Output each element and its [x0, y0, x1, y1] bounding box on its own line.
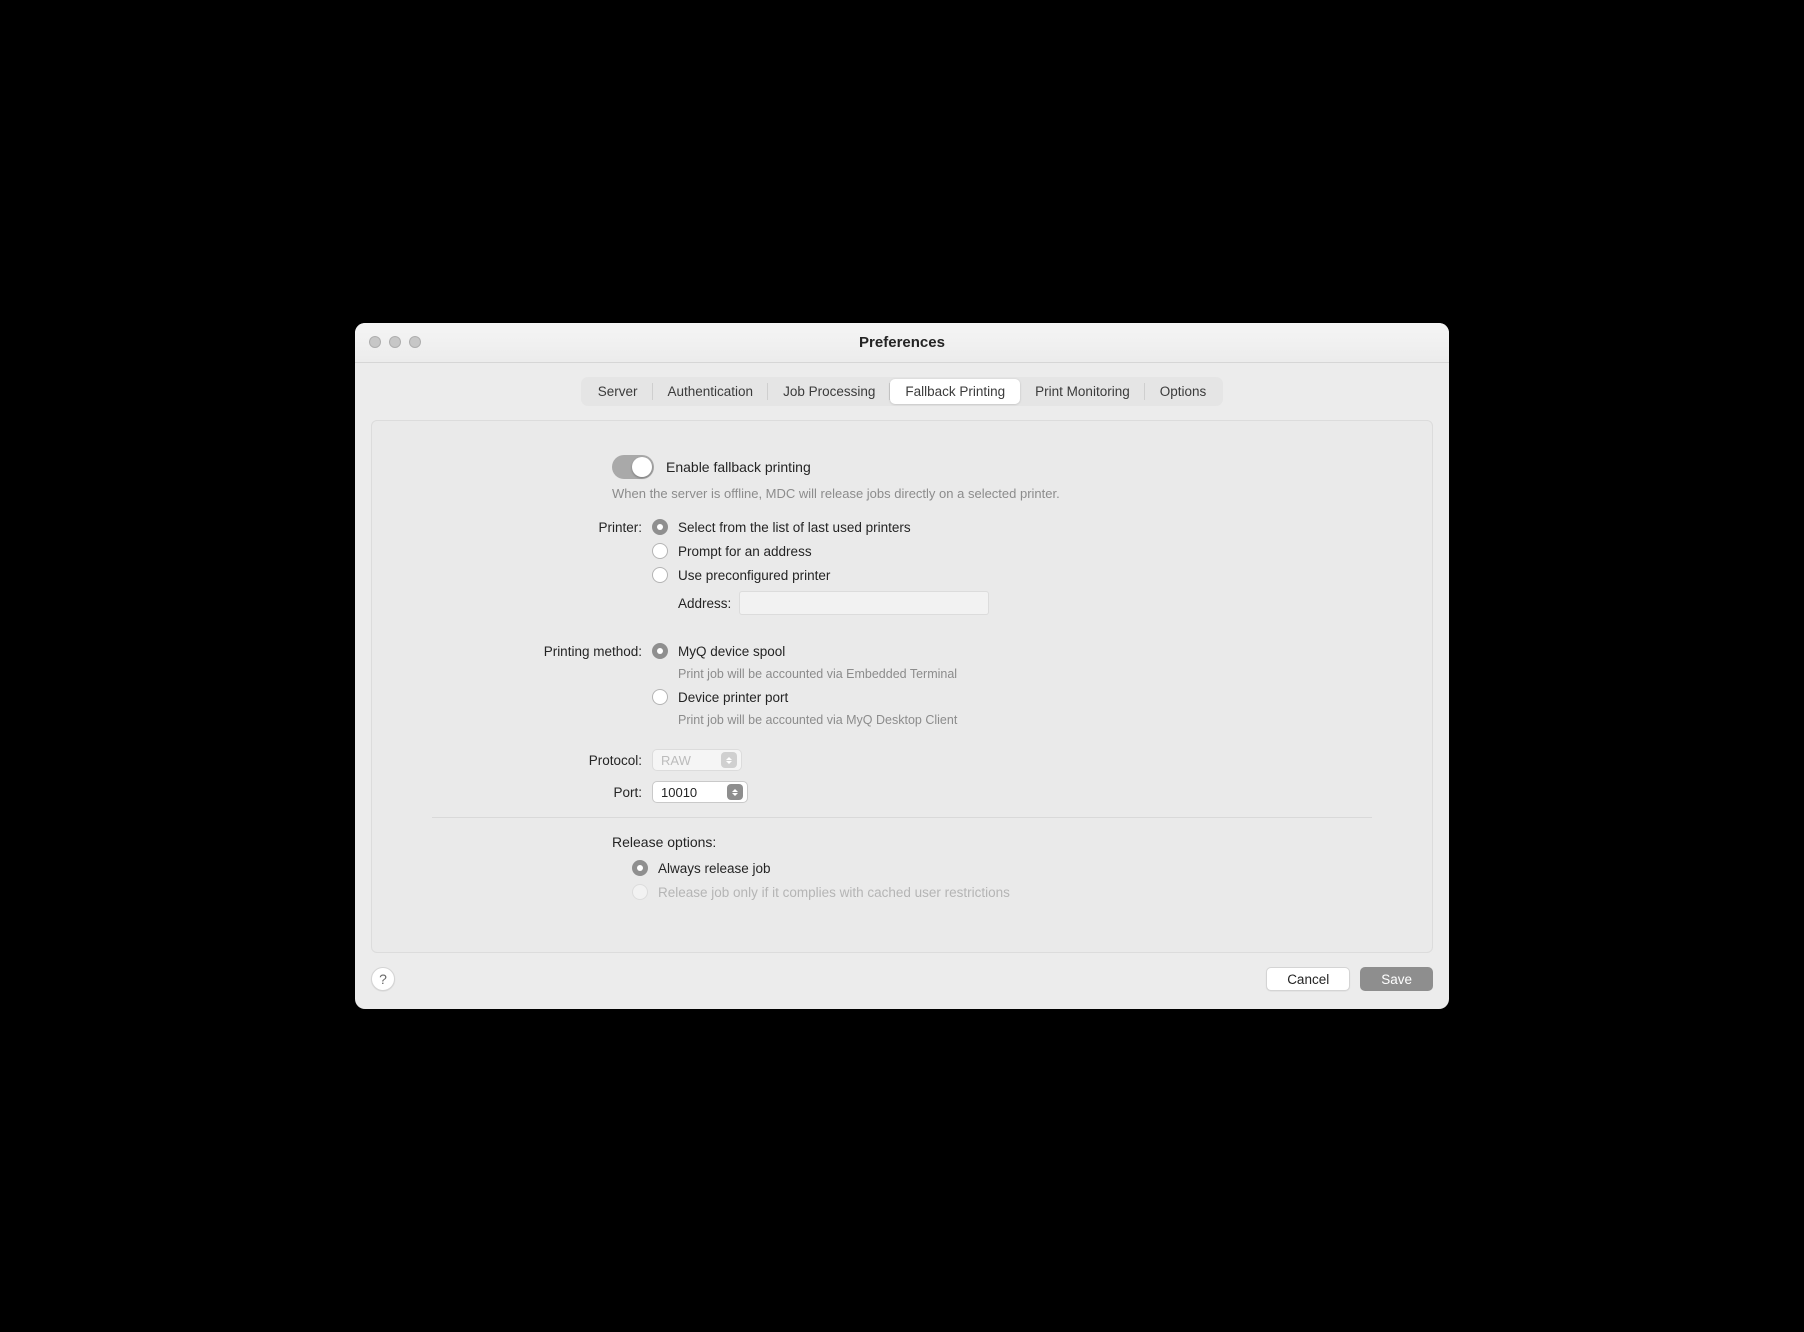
zoom-icon[interactable] — [409, 336, 421, 348]
release-options-label: Release options: — [612, 834, 1372, 850]
tab-options[interactable]: Options — [1145, 379, 1222, 404]
enable-fallback-toggle[interactable] — [612, 455, 654, 479]
printing-method-label: Printing method: — [432, 643, 652, 659]
radio-release-compliant-label: Release job only if it complies with cac… — [658, 885, 1010, 900]
help-icon: ? — [379, 971, 387, 987]
window-title: Preferences — [355, 334, 1449, 351]
save-button[interactable]: Save — [1360, 967, 1433, 991]
protocol-select: RAW — [652, 749, 742, 771]
port-select[interactable]: 10010 — [652, 781, 748, 803]
radio-printer-prompt-label: Prompt for an address — [678, 544, 812, 559]
titlebar: Preferences — [355, 323, 1449, 363]
fallback-hint: When the server is offline, MDC will rel… — [612, 485, 1132, 503]
radio-method-myq-label: MyQ device spool — [678, 644, 785, 659]
radio-printer-last-used-label: Select from the list of last used printe… — [678, 520, 911, 535]
help-button[interactable]: ? — [371, 967, 395, 991]
tab-authentication[interactable]: Authentication — [653, 379, 769, 404]
fallback-panel: Enable fallback printing When the server… — [371, 420, 1433, 953]
footer: ? Cancel Save — [355, 967, 1449, 1009]
chevron-updown-icon — [721, 752, 737, 768]
radio-release-compliant — [632, 884, 648, 900]
protocol-label: Protocol: — [432, 752, 652, 768]
preferences-window: Preferences Server Authentication Job Pr… — [355, 323, 1449, 1009]
radio-method-device-port[interactable] — [652, 689, 668, 705]
port-value: 10010 — [661, 785, 697, 800]
divider — [432, 817, 1372, 818]
cancel-button[interactable]: Cancel — [1266, 967, 1350, 991]
close-icon[interactable] — [369, 336, 381, 348]
tab-bar: Server Authentication Job Processing Fal… — [355, 363, 1449, 406]
printer-label: Printer: — [432, 519, 652, 535]
radio-method-device-port-label: Device printer port — [678, 690, 788, 705]
port-label: Port: — [432, 784, 652, 800]
radio-release-always[interactable] — [632, 860, 648, 876]
enable-fallback-label: Enable fallback printing — [666, 459, 811, 475]
radio-method-myq[interactable] — [652, 643, 668, 659]
method-myq-hint: Print job will be accounted via Embedded… — [678, 667, 1372, 681]
window-controls — [369, 336, 421, 348]
radio-printer-preconfigured-label: Use preconfigured printer — [678, 568, 830, 583]
radio-printer-preconfigured[interactable] — [652, 567, 668, 583]
tab-print-monitoring[interactable]: Print Monitoring — [1020, 379, 1145, 404]
address-input[interactable] — [739, 591, 989, 615]
tab-server[interactable]: Server — [583, 379, 653, 404]
radio-printer-prompt[interactable] — [652, 543, 668, 559]
address-label: Address: — [678, 596, 731, 611]
minimize-icon[interactable] — [389, 336, 401, 348]
tab-job-processing[interactable]: Job Processing — [768, 379, 890, 404]
protocol-value: RAW — [661, 753, 691, 768]
chevron-updown-icon[interactable] — [727, 784, 743, 800]
radio-release-always-label: Always release job — [658, 861, 771, 876]
tab-fallback-printing[interactable]: Fallback Printing — [890, 379, 1020, 404]
method-device-port-hint: Print job will be accounted via MyQ Desk… — [678, 713, 1372, 727]
radio-printer-last-used[interactable] — [652, 519, 668, 535]
